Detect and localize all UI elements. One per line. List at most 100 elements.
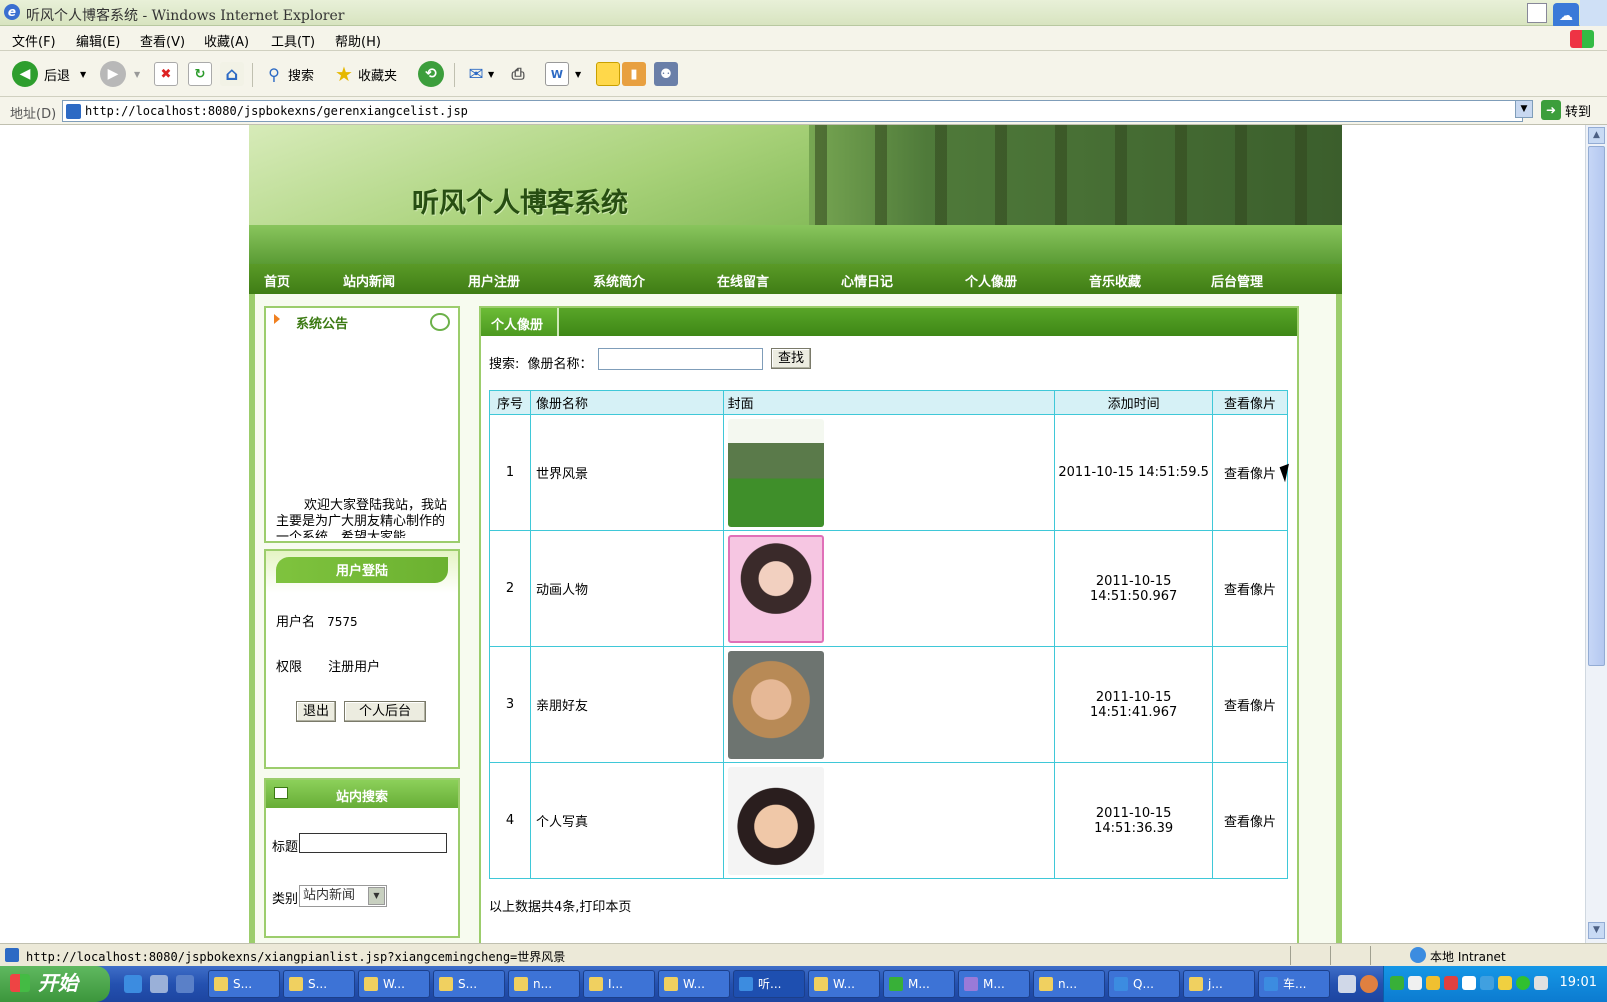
tray-icon[interactable] [1408,976,1422,990]
taskbar-item[interactable]: I... [583,970,655,998]
album-panel: 个人像册 搜索: 像册名称： 查找 序号 像册名称 封面 添加时间 查看像片 1… [479,306,1299,943]
tray-icon[interactable] [1444,976,1458,990]
menu-view[interactable]: 查看(V) [140,31,185,50]
site-banner: 听风个人博客系统 [249,125,1342,264]
ie-quicklaunch-icon[interactable] [124,975,142,993]
mail-button[interactable]: ✉ ▼ [464,60,494,88]
app-icon [439,977,453,991]
scrollbar-thumb[interactable] [1588,146,1605,666]
taskbar-item[interactable]: j... [1183,970,1255,998]
taskbar-item[interactable]: S... [283,970,355,998]
vertical-scrollbar[interactable]: ▲ ▼ [1585,125,1607,943]
tray-icon[interactable] [1462,976,1476,990]
taskbar-item[interactable]: M... [958,970,1030,998]
go-button[interactable]: ➜ 转到 [1541,100,1591,120]
status-divider [1330,946,1331,965]
nav-news[interactable]: 站内新闻 [343,271,395,290]
tray-icon[interactable] [1516,976,1530,990]
view-photos-link[interactable]: 查看像片 [1212,530,1288,647]
nav-diary[interactable]: 心情日记 [841,271,893,290]
taskbar-item[interactable]: n... [1033,970,1105,998]
menu-favorites[interactable]: 收藏(A) [204,31,249,50]
minimize-button[interactable] [1527,3,1547,23]
chevron-down-icon[interactable]: ▼ [488,70,494,79]
cover-portrait-image[interactable] [727,650,824,759]
nav-albums[interactable]: 个人像册 [965,271,1017,290]
taskbar-item[interactable]: 车... [1258,970,1330,998]
search-button[interactable]: ⚲ 搜索 [262,60,314,88]
keyboard-icon[interactable] [1338,975,1356,993]
back-button[interactable]: ◀ 后退 ▼ [12,60,86,88]
chevron-down-icon[interactable]: ▼ [134,70,140,79]
chevron-down-icon[interactable]: ▼ [575,70,581,79]
menu-edit[interactable]: 编辑(E) [76,31,120,50]
notes-button[interactable] [596,60,620,88]
menu-tools[interactable]: 工具(T) [271,31,315,50]
taskbar-item[interactable]: S... [208,970,280,998]
network-icon[interactable] [1480,976,1494,990]
view-photos-link[interactable]: 查看像片 [1212,646,1288,763]
quicklaunch-icon[interactable] [150,975,168,993]
find-button[interactable]: 查找 [771,348,811,369]
forward-button[interactable]: ▶ ▼ [100,60,140,88]
taskbar-item[interactable]: W... [808,970,880,998]
nav-music[interactable]: 音乐收藏 [1089,271,1141,290]
ie-icon [739,977,753,991]
cover-anime-image[interactable] [727,534,824,643]
taskbar-item[interactable]: W... [658,970,730,998]
nav-admin[interactable]: 后台管理 [1211,271,1263,290]
category-select[interactable]: 站内新闻 ▼ [299,885,387,907]
taskbar-item[interactable]: W... [358,970,430,998]
taskbar-item[interactable]: S... [433,970,505,998]
username-value: 7575 [327,615,358,629]
scroll-down-arrow-icon[interactable]: ▼ [1588,922,1605,939]
tray-icon[interactable] [1534,976,1548,990]
menu-file[interactable]: 文件(F) [12,31,56,50]
cover-photo-image[interactable] [727,766,824,875]
refresh-button[interactable]: ↻ [188,60,212,88]
nav-register[interactable]: 用户注册 [468,271,520,290]
research-button[interactable]: ▮ [622,60,646,88]
taskbar-item[interactable]: n... [508,970,580,998]
nav-home[interactable]: 首页 [264,271,290,290]
album-name-input[interactable] [598,348,763,370]
volume-icon[interactable] [1498,976,1512,990]
windows-flag-icon [10,974,30,992]
row-album-name: 世界风景 [529,414,724,531]
logout-button[interactable]: 退出 [296,701,336,722]
table-row: 4 个人写真 2011-10-15 14:51:36.39 查看像片 [489,762,1288,879]
print-button[interactable]: ⎙ [506,60,530,88]
stop-button[interactable]: ✖ [154,60,178,88]
taskbar-item-label: S... [308,977,328,991]
forward-arrow-icon: ▶ [100,61,126,87]
scroll-up-arrow-icon[interactable]: ▲ [1588,127,1605,144]
chevron-down-icon[interactable]: ▼ [80,70,86,79]
tray-icon[interactable] [1390,976,1404,990]
start-button[interactable]: 开始 [0,966,110,1002]
qq-icon[interactable] [1426,976,1440,990]
username-label: 用户名 [276,615,316,630]
taskbar-item[interactable]: M... [883,970,955,998]
cover-landscape-image[interactable] [727,418,824,527]
taskbar-item-label: I... [608,977,623,991]
taskbar-item[interactable]: Q... [1108,970,1180,998]
address-input[interactable]: http://localhost:8080/jspbokexns/gerenxi… [62,100,1523,122]
title-input[interactable] [299,833,447,853]
quicklaunch-icon[interactable] [176,975,194,993]
nav-about[interactable]: 系统简介 [593,271,645,290]
home-button[interactable]: ⌂ [220,60,244,88]
chevron-down-icon[interactable]: ▼ [368,887,385,905]
favorites-button[interactable]: ★ 收藏夹 [332,60,397,88]
view-photos-link[interactable]: 查看像片 [1212,762,1288,879]
window-titlebar: e 听风个人博客系统 - Windows Internet Explorer ☁ [0,0,1607,34]
view-photos-link[interactable]: 查看像片 [1212,414,1288,531]
nav-guestbook[interactable]: 在线留言 [717,271,769,290]
messenger-button[interactable]: ⚉ [654,60,678,88]
edit-button[interactable]: W ▼ [545,60,581,88]
menu-help[interactable]: 帮助(H) [335,31,381,50]
personal-admin-button[interactable]: 个人后台 [344,701,426,722]
expand-tray-icon[interactable] [1360,975,1378,993]
history-button[interactable]: ⟲ [418,60,444,88]
address-dropdown[interactable]: ▼ [1515,100,1533,118]
taskbar-item-active[interactable]: 听... [733,970,805,998]
